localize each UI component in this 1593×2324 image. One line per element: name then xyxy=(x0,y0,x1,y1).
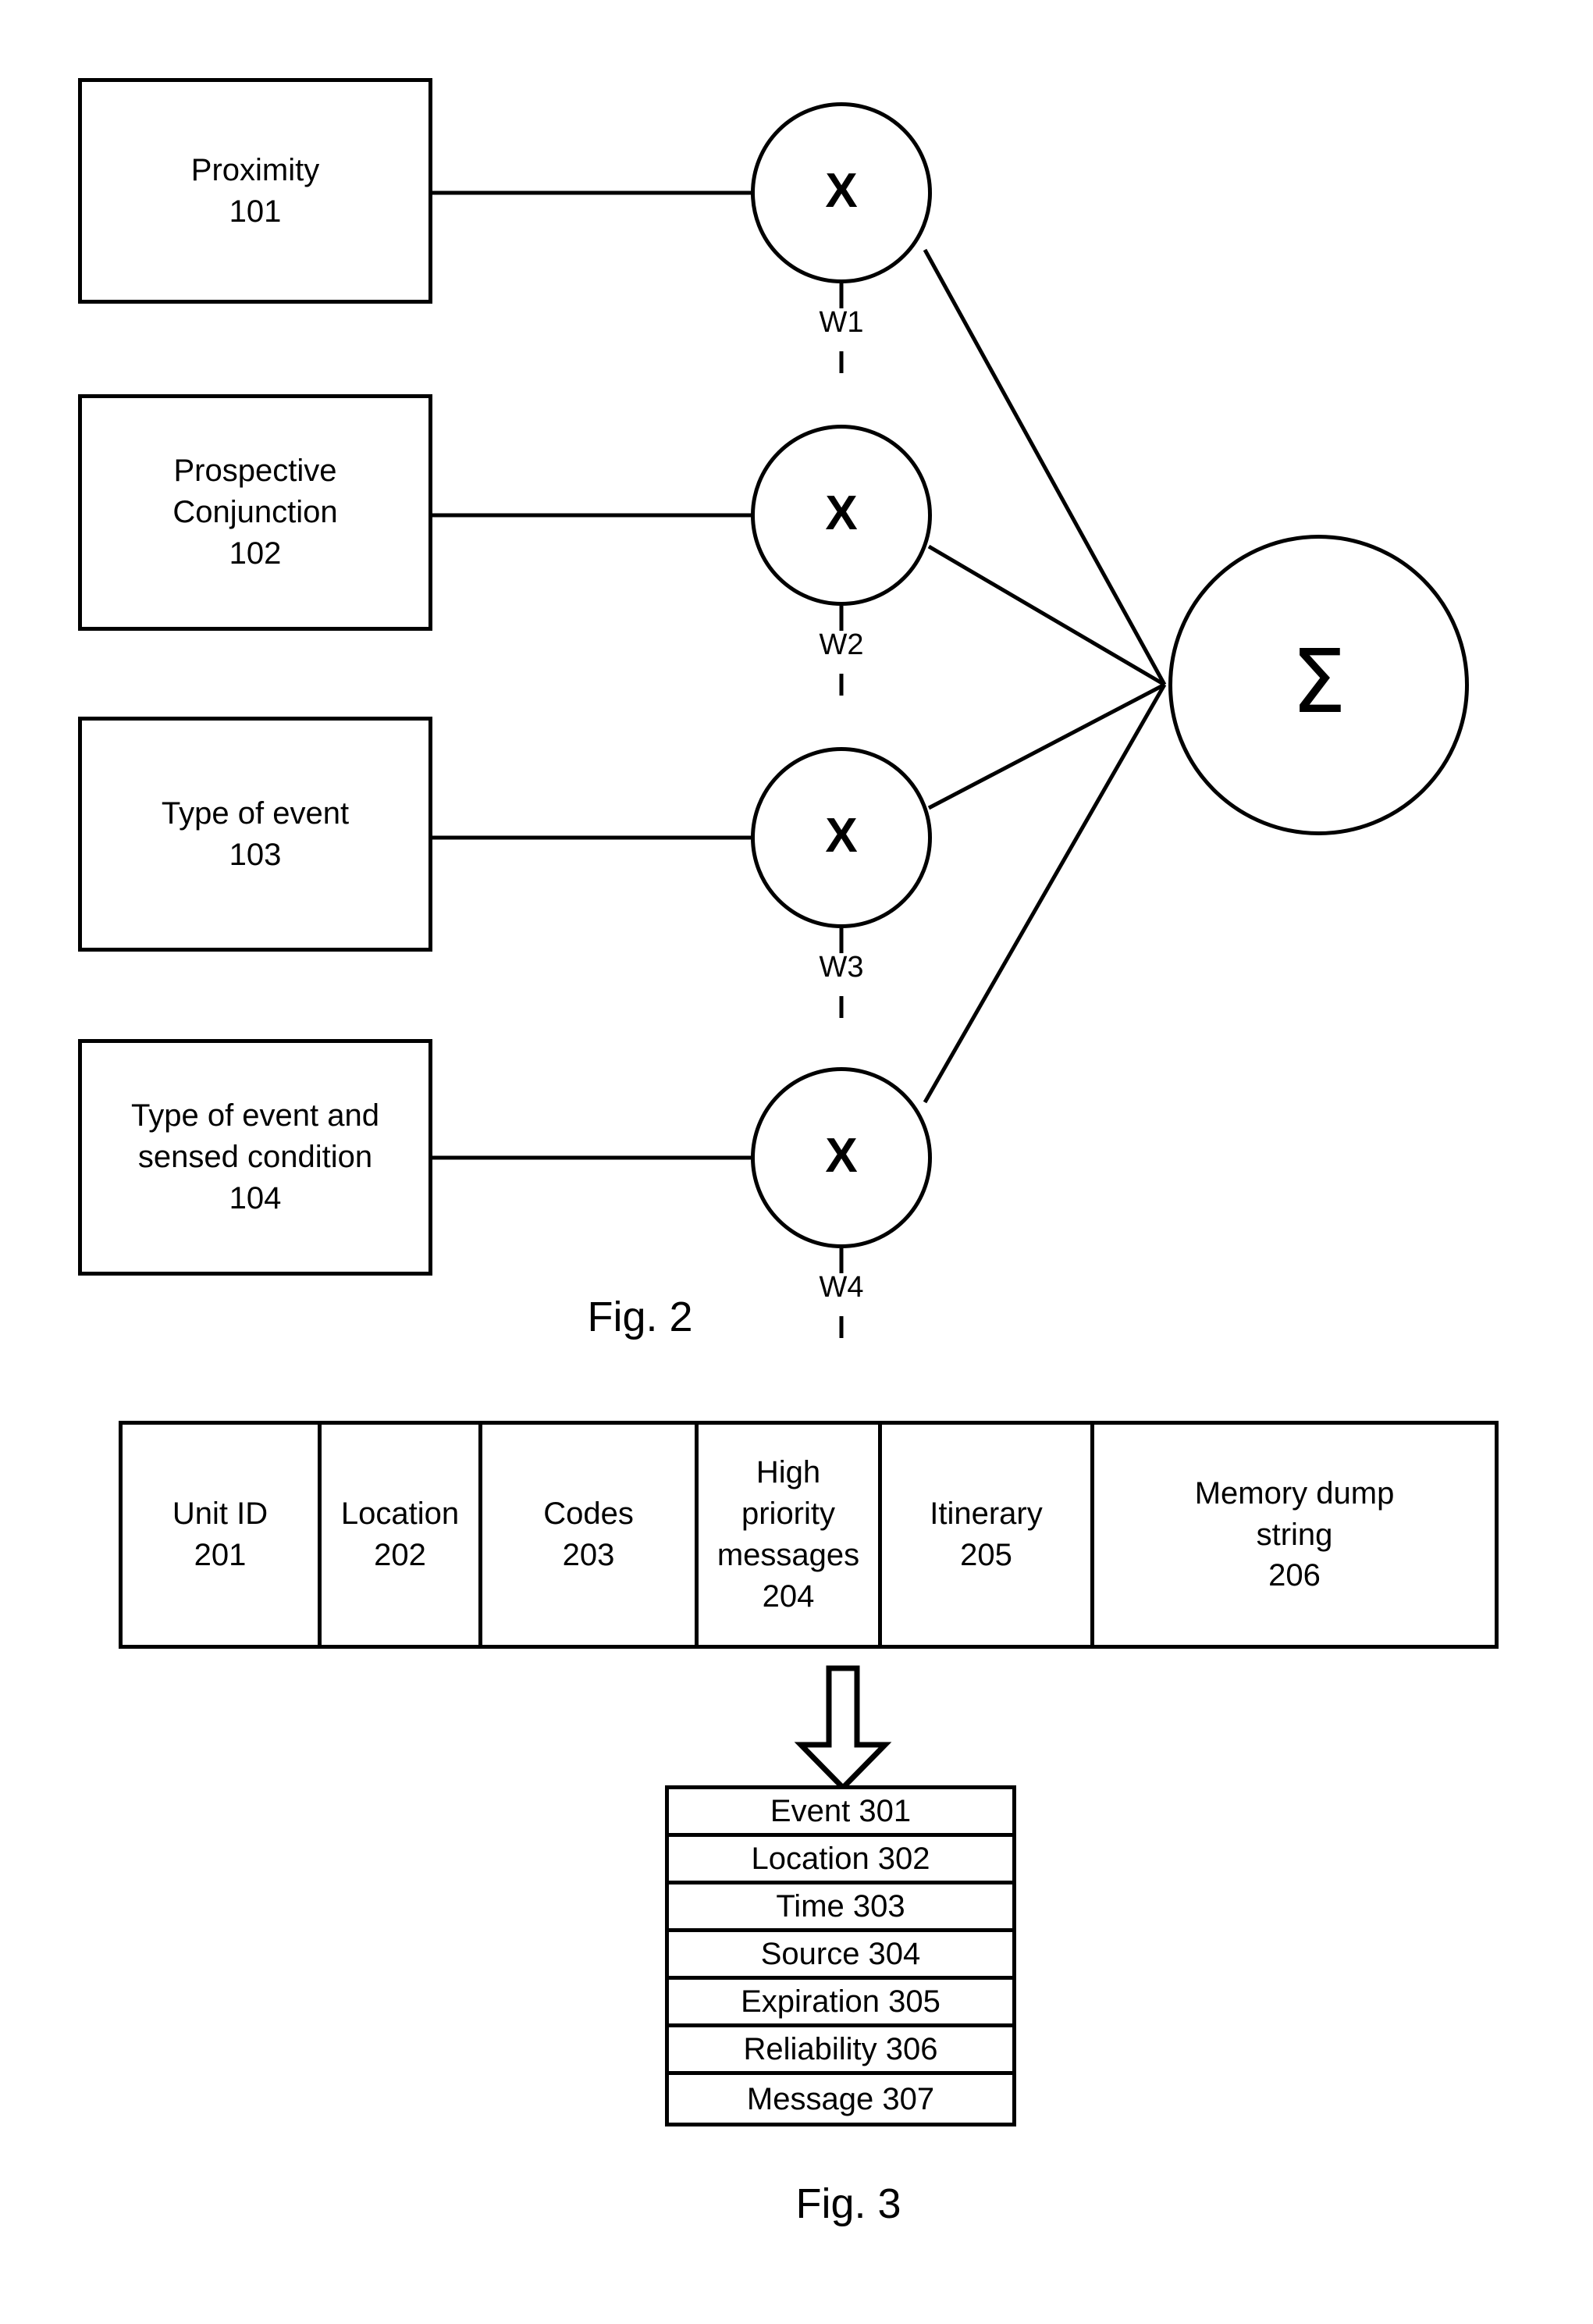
field-row-time-303: Time 303 xyxy=(669,1884,1012,1932)
figure-caption-fig-2: Fig. 2 xyxy=(587,1294,693,1340)
block-arrow-down xyxy=(794,1665,892,1792)
input-box-label: Prospective Conjunction 102 xyxy=(172,454,338,571)
input-box-prospective-conjunction-102: Prospective Conjunction 102 xyxy=(78,394,432,631)
field-row-message-307: Message 307 xyxy=(746,2081,935,2116)
figure-caption-fig-3: Fig. 3 xyxy=(795,2180,901,2227)
input-box-proximity-101: Proximity 101 xyxy=(78,78,432,304)
message-field-list: Event 301 Location 302 Time 303 Source 3… xyxy=(665,1785,1016,2126)
weight-label-w4: W4 xyxy=(819,1271,864,1304)
multiplier-node-2: X xyxy=(751,425,932,606)
lead-mul2-to-sum xyxy=(927,544,1166,687)
field-row-location-302: Location 302 xyxy=(669,1837,1012,1884)
input-box-type-of-event-and-sensed-condition-104: Type of event and sensed condition 104 xyxy=(78,1039,432,1276)
weight-label-w1: W1 xyxy=(819,306,864,339)
record-cell-itinerary: Itinerary 205 xyxy=(882,1425,1094,1645)
sigma-icon: Σ xyxy=(1291,631,1346,733)
weight-label-w2: W2 xyxy=(819,628,864,661)
multiplier-node-1: X xyxy=(751,102,932,283)
field-row-source-304: Source 304 xyxy=(669,1932,1012,1980)
field-row-event-301: Event 301 xyxy=(669,1789,1012,1837)
multiply-icon: X xyxy=(825,1129,858,1183)
record-cell-unit-id: Unit ID 201 xyxy=(123,1425,322,1645)
multiplier-node-4: X xyxy=(751,1067,932,1248)
record-cell-high-priority-messages: High priority messages 204 xyxy=(699,1425,882,1645)
weight-label-w3: W3 xyxy=(819,951,864,984)
field-row-reliability-306: Reliability 306 xyxy=(669,2027,1012,2075)
multiply-icon: X xyxy=(825,809,858,863)
multiply-icon: X xyxy=(825,486,858,540)
record-structure-table: Unit ID 201 Location 202 Codes 203 High … xyxy=(119,1421,1499,1649)
patent-figure-sheet: Proximity 101 Prospective Conjunction 10… xyxy=(0,0,1593,2324)
input-box-label: Proximity 101 xyxy=(190,152,320,229)
field-row-expiration-305: Expiration 305 xyxy=(669,1980,1012,2027)
multiplier-node-3: X xyxy=(751,747,932,928)
record-cell-memory-dump-string: Memory dump string 206 xyxy=(1194,1475,1395,1593)
input-box-type-of-event-103: Type of event 103 xyxy=(78,717,432,952)
record-cell-codes: Codes 203 xyxy=(482,1425,699,1645)
record-cell-location: Location 202 xyxy=(322,1425,482,1645)
input-box-label: Type of event and sensed condition 104 xyxy=(130,1098,379,1215)
multiply-icon: X xyxy=(825,164,858,218)
input-box-label: Type of event 103 xyxy=(161,795,350,872)
summation-node: Σ xyxy=(1168,535,1469,835)
lead-mul1-to-sum xyxy=(923,248,1167,686)
